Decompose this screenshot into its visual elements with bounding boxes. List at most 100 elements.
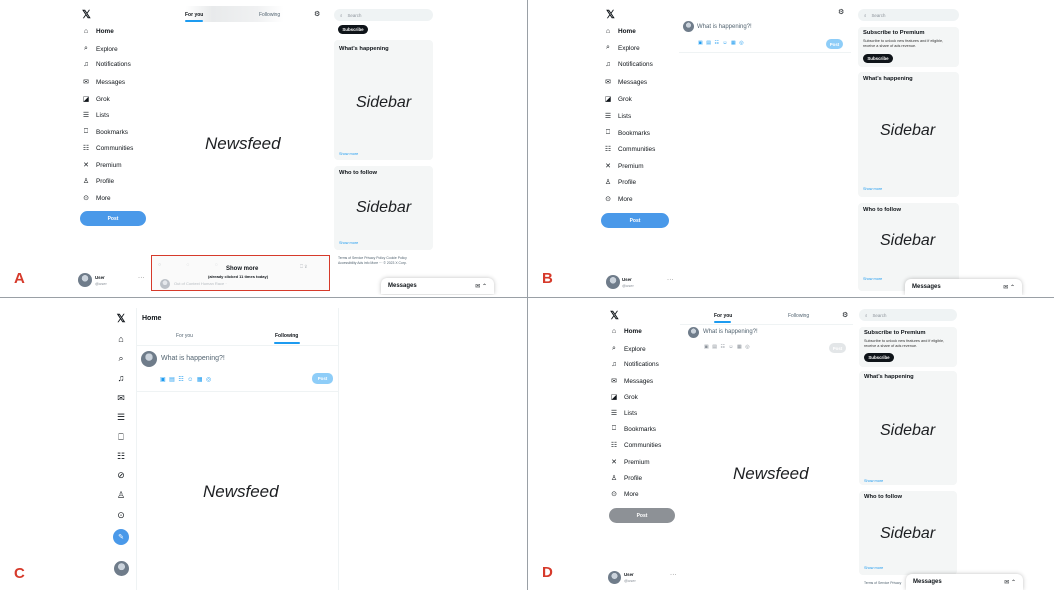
search-icon[interactable]: ⌕	[114, 353, 128, 364]
nav-notifications[interactable]: ♫ Notifications	[610, 361, 658, 368]
search-input[interactable]: ⌕ Search	[859, 309, 957, 321]
compose-post-button[interactable]: Post	[829, 343, 846, 353]
list-icon[interactable]: ☰	[114, 412, 128, 423]
show-more-link[interactable]: Show more	[864, 566, 883, 570]
x-logo[interactable]: 𝕏	[114, 312, 128, 325]
nav-explore[interactable]: ⌕ Explore	[610, 345, 646, 353]
nav-profile[interactable]: ♙ Profile	[604, 178, 636, 187]
envelope-icon[interactable]: ✉	[114, 393, 128, 404]
nav-grok[interactable]: ◪ Grok	[604, 95, 632, 104]
nav-communities[interactable]: ☷ Communities	[610, 441, 661, 450]
nav-lists[interactable]: ☰ Lists	[610, 409, 637, 418]
nav-home[interactable]: ⌂ Home	[82, 28, 114, 35]
nav-premium[interactable]: ✕ Premium	[82, 161, 122, 170]
bookmark-icon[interactable]: ⎕	[114, 432, 128, 443]
messages-drawer[interactable]: Messages ✉ ⌃	[905, 279, 1022, 295]
settings-icon[interactable]: ⚙	[314, 10, 320, 18]
more-circle-icon[interactable]: ⊙	[114, 510, 128, 521]
compose-tool-icons[interactable]: ▣▤☷☺▦◎	[704, 344, 753, 350]
avatar[interactable]	[608, 571, 621, 584]
verified-icon[interactable]: ⊘	[114, 470, 128, 481]
nav-premium[interactable]: ✕ Premium	[610, 458, 650, 467]
tab-for-you[interactable]: For you	[185, 12, 203, 18]
post-button[interactable]: Post	[601, 213, 669, 228]
tab-following[interactable]: Following	[259, 12, 280, 18]
avatar[interactable]	[606, 275, 620, 289]
drawer-icons[interactable]: ✉ ⌃	[1004, 579, 1016, 586]
nav-bookmarks[interactable]: ⎕ Bookmarks	[604, 129, 650, 137]
settings-icon[interactable]: ⚙	[842, 311, 848, 319]
show-more-link[interactable]: Show more	[863, 187, 882, 191]
nav-lists[interactable]: ☰ Lists	[604, 112, 631, 121]
x-logo[interactable]: 𝕏	[610, 309, 619, 322]
nav-premium[interactable]: ✕ Premium	[604, 162, 644, 171]
nav-communities[interactable]: ☷ Communities	[604, 145, 655, 154]
compose-fab-icon[interactable]: ✎	[113, 529, 129, 545]
nav-grok[interactable]: ◪ Grok	[82, 95, 110, 104]
show-more-link[interactable]: Show more	[339, 241, 358, 245]
nav-more[interactable]: ⊙ More	[610, 490, 639, 499]
subscribe-button[interactable]: Subscribe	[338, 25, 368, 34]
user-handle: @user	[624, 578, 636, 583]
person-icon[interactable]: ♙	[114, 490, 128, 501]
nav-grok[interactable]: ◪ Grok	[610, 393, 638, 402]
footer-links[interactable]: Terms of Service Privacy	[864, 581, 901, 586]
nav-explore[interactable]: ⌕ Explore	[604, 44, 640, 52]
nav-notifications[interactable]: ♫ Notifications	[604, 61, 652, 68]
avatar[interactable]	[114, 561, 129, 576]
subscribe-button[interactable]: Subscribe	[863, 54, 893, 63]
nav-profile[interactable]: ♙ Profile	[82, 177, 114, 186]
settings-icon[interactable]: ⚙	[838, 8, 844, 16]
nav-lists[interactable]: ☰ Lists	[82, 111, 109, 120]
nav-messages[interactable]: ✉ Messages	[610, 377, 653, 386]
nav-profile[interactable]: ♙ Profile	[610, 474, 642, 483]
x-logo[interactable]: 𝕏	[606, 8, 615, 21]
drawer-icons[interactable]: ✉ ⌃	[1003, 284, 1015, 291]
search-input[interactable]: ⌕ Search	[334, 9, 433, 21]
avatar[interactable]	[78, 273, 92, 287]
nav-notifications[interactable]: ♫ Notifications	[82, 61, 130, 68]
nav-more[interactable]: ⊙ More	[82, 194, 111, 203]
compose-tool-icons[interactable]: ▣▤☷☺▦◎	[160, 376, 215, 383]
compose-input[interactable]: What is happening?!	[703, 329, 758, 335]
post-button[interactable]: Post	[609, 508, 675, 523]
nav-communities[interactable]: ☷ Communities	[82, 144, 133, 153]
nav-home[interactable]: ⌂ Home	[610, 328, 642, 335]
post-button[interactable]: Post	[80, 211, 146, 226]
compose-input[interactable]: What is happening?!	[697, 24, 752, 30]
messages-drawer[interactable]: Messages ✉ ⌃	[381, 278, 494, 294]
account-more-icon[interactable]: ···	[138, 275, 145, 281]
tab-following[interactable]: Following	[275, 333, 298, 339]
tab-for-you[interactable]: For you	[176, 333, 193, 339]
nav-explore[interactable]: ⌕ Explore	[82, 45, 118, 53]
show-more-link[interactable]: Show more	[864, 479, 883, 483]
home-icon[interactable]: ⌂	[114, 334, 128, 344]
show-more-button[interactable]: Show more	[226, 266, 258, 272]
nav-more[interactable]: ⊙ More	[604, 195, 633, 204]
communities-icon[interactable]: ☷	[114, 451, 128, 462]
sidebar-label: Sidebar	[356, 94, 412, 111]
x-logo[interactable]: 𝕏	[82, 8, 91, 21]
home-icon: ⌂	[83, 28, 89, 35]
bell-icon[interactable]: ♫	[114, 373, 128, 383]
account-more-icon[interactable]: ···	[667, 277, 674, 283]
compose-post-button[interactable]: Post	[312, 373, 333, 384]
nav-bookmarks[interactable]: ⎕ Bookmarks	[82, 128, 128, 136]
nav-messages[interactable]: ✉ Messages	[82, 78, 125, 87]
compose-tool-icons[interactable]: ▣▤☷☺▦◎	[698, 40, 747, 46]
panel-b: 𝕏 ⌂ Home ⌕ Explore ♫ Notifications ✉ Message…	[528, 0, 1054, 295]
account-more-icon[interactable]: ···	[670, 572, 677, 578]
show-more-link[interactable]: Show more	[863, 277, 882, 281]
tab-following[interactable]: Following	[788, 313, 809, 319]
subscribe-button[interactable]: Subscribe	[864, 353, 894, 362]
nav-messages[interactable]: ✉ Messages	[604, 78, 647, 87]
nav-bookmarks[interactable]: ⎕ Bookmarks	[610, 425, 656, 433]
show-more-link[interactable]: Show more	[339, 152, 358, 156]
compose-input[interactable]: What is happening?!	[161, 355, 225, 362]
messages-drawer[interactable]: Messages ✉ ⌃	[906, 574, 1023, 590]
drawer-icons[interactable]: ✉ ⌃	[475, 283, 487, 290]
compose-post-button[interactable]: Post	[826, 39, 843, 49]
search-input[interactable]: ⌕ Search	[858, 9, 959, 21]
nav-home[interactable]: ⌂ Home	[604, 28, 636, 35]
tab-for-you[interactable]: For you	[714, 313, 732, 319]
